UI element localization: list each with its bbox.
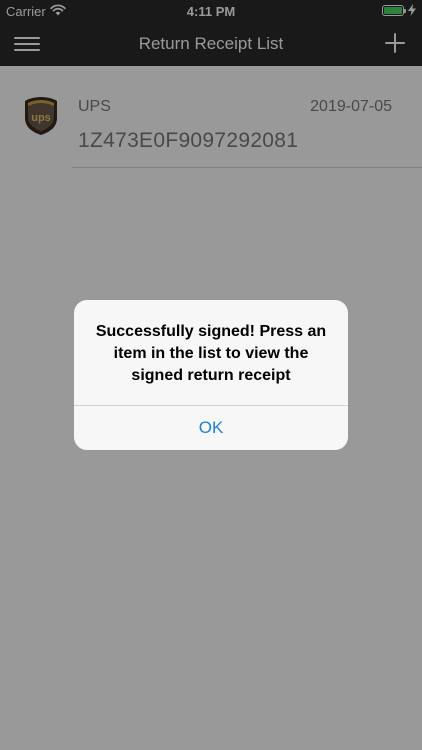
alert-message: Successfully signed! Press an item in th… [95,323,327,384]
ok-button[interactable]: OK [74,406,348,450]
success-alert: Successfully signed! Press an item in th… [74,300,348,450]
